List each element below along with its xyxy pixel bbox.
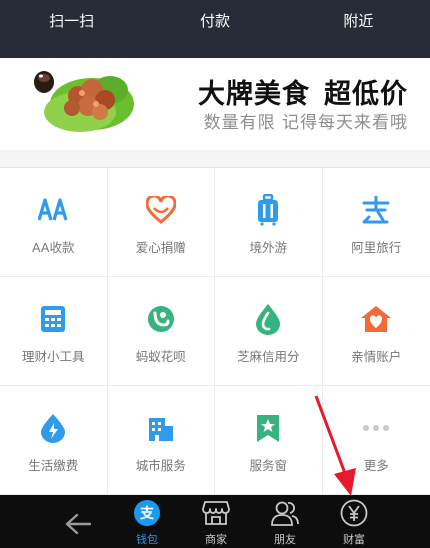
friends-icon <box>270 498 300 528</box>
travel-icon <box>359 193 393 227</box>
tab-merchants[interactable]: 商家 <box>186 495 246 548</box>
service-label: 亲情账户 <box>351 348 402 364</box>
service-utility-bills[interactable]: 生活缴费 <box>0 386 108 495</box>
service-label: 境外游 <box>249 239 287 255</box>
family-heart-icon <box>359 302 393 336</box>
tab-friends[interactable]: 朋友 <box>255 495 315 548</box>
service-label: 蚂蚁花呗 <box>135 348 186 364</box>
service-label: 更多 <box>363 457 389 473</box>
service-label: 服务窗 <box>249 457 287 473</box>
city-building-icon <box>144 411 178 445</box>
svg-text:支: 支 <box>139 505 155 522</box>
service-overseas[interactable]: 境外游 <box>215 168 323 277</box>
service-label: 城市服务 <box>135 457 186 473</box>
tab-label: 财富 <box>343 533 365 546</box>
service-ali-travel[interactable]: 阿里旅行 <box>322 168 430 277</box>
heart-icon <box>144 193 178 227</box>
service-label: 理财小工具 <box>21 348 85 364</box>
tab-label: 商家 <box>205 533 227 546</box>
service-finance-tools[interactable]: 理财小工具 <box>0 277 108 386</box>
service-window-icon <box>251 411 285 445</box>
wallet-icon: 支 <box>132 498 162 528</box>
service-charity[interactable]: 爱心捐赠 <box>107 168 215 277</box>
tab-wealth[interactable]: 财富 <box>324 495 384 548</box>
banner-headline-2: 超低价 <box>324 79 408 110</box>
tab-label: 朋友 <box>274 533 296 546</box>
pay-button[interactable]: 付款 <box>143 0 286 58</box>
tab-wallet[interactable]: 支 钱包 <box>117 495 177 548</box>
service-window[interactable]: 服务窗 <box>215 386 323 495</box>
back-arrow-icon <box>63 509 93 539</box>
service-more[interactable]: 更多 <box>322 386 430 495</box>
service-huabei[interactable]: 蚂蚁花呗 <box>107 277 215 386</box>
utility-drop-icon <box>36 411 70 445</box>
aa-icon <box>36 193 70 227</box>
service-city[interactable]: 城市服务 <box>107 386 215 495</box>
service-label: 阿里旅行 <box>351 239 402 255</box>
banner-headline: 大牌美食 超低价 <box>198 72 408 111</box>
nearby-button[interactable]: 附近 <box>287 0 430 58</box>
top-action-bar: 扫一扫 付款 附近 <box>0 0 430 58</box>
sesame-icon <box>251 302 285 336</box>
scan-button[interactable]: 扫一扫 <box>0 0 143 58</box>
service-label: AA收款 <box>32 239 75 255</box>
promo-banner[interactable]: 大牌美食 超低价 数量有限 记得每天来看哦 <box>0 58 430 150</box>
banner-subline: 数量有限 记得每天来看哦 <box>203 113 408 133</box>
yen-icon <box>339 498 369 528</box>
food-image <box>34 71 134 132</box>
shop-icon <box>201 498 231 528</box>
service-sesame-credit[interactable]: 芝麻信用分 <box>215 277 323 386</box>
service-label: 生活缴费 <box>28 457 79 473</box>
back-button[interactable] <box>48 495 108 548</box>
service-label: 爱心捐赠 <box>135 239 186 255</box>
calculator-icon <box>36 302 70 336</box>
luggage-icon <box>251 193 285 227</box>
more-dots-icon <box>359 411 393 445</box>
huabei-icon <box>144 302 178 336</box>
service-label: 芝麻信用分 <box>236 348 300 364</box>
tab-label: 钱包 <box>136 533 158 546</box>
service-family-account[interactable]: 亲情账户 <box>322 277 430 386</box>
service-aa[interactable]: AA收款 <box>0 168 108 277</box>
banner-headline-1: 大牌美食 <box>198 79 310 110</box>
services-grid: AA收款 爱心捐赠 境外游 阿里旅行 理财小工具 蚂蚁花呗 芝麻信用分 亲情账户… <box>0 167 430 495</box>
bottom-tab-bar: 支 钱包 商家 朋友 财富 <box>0 495 430 548</box>
